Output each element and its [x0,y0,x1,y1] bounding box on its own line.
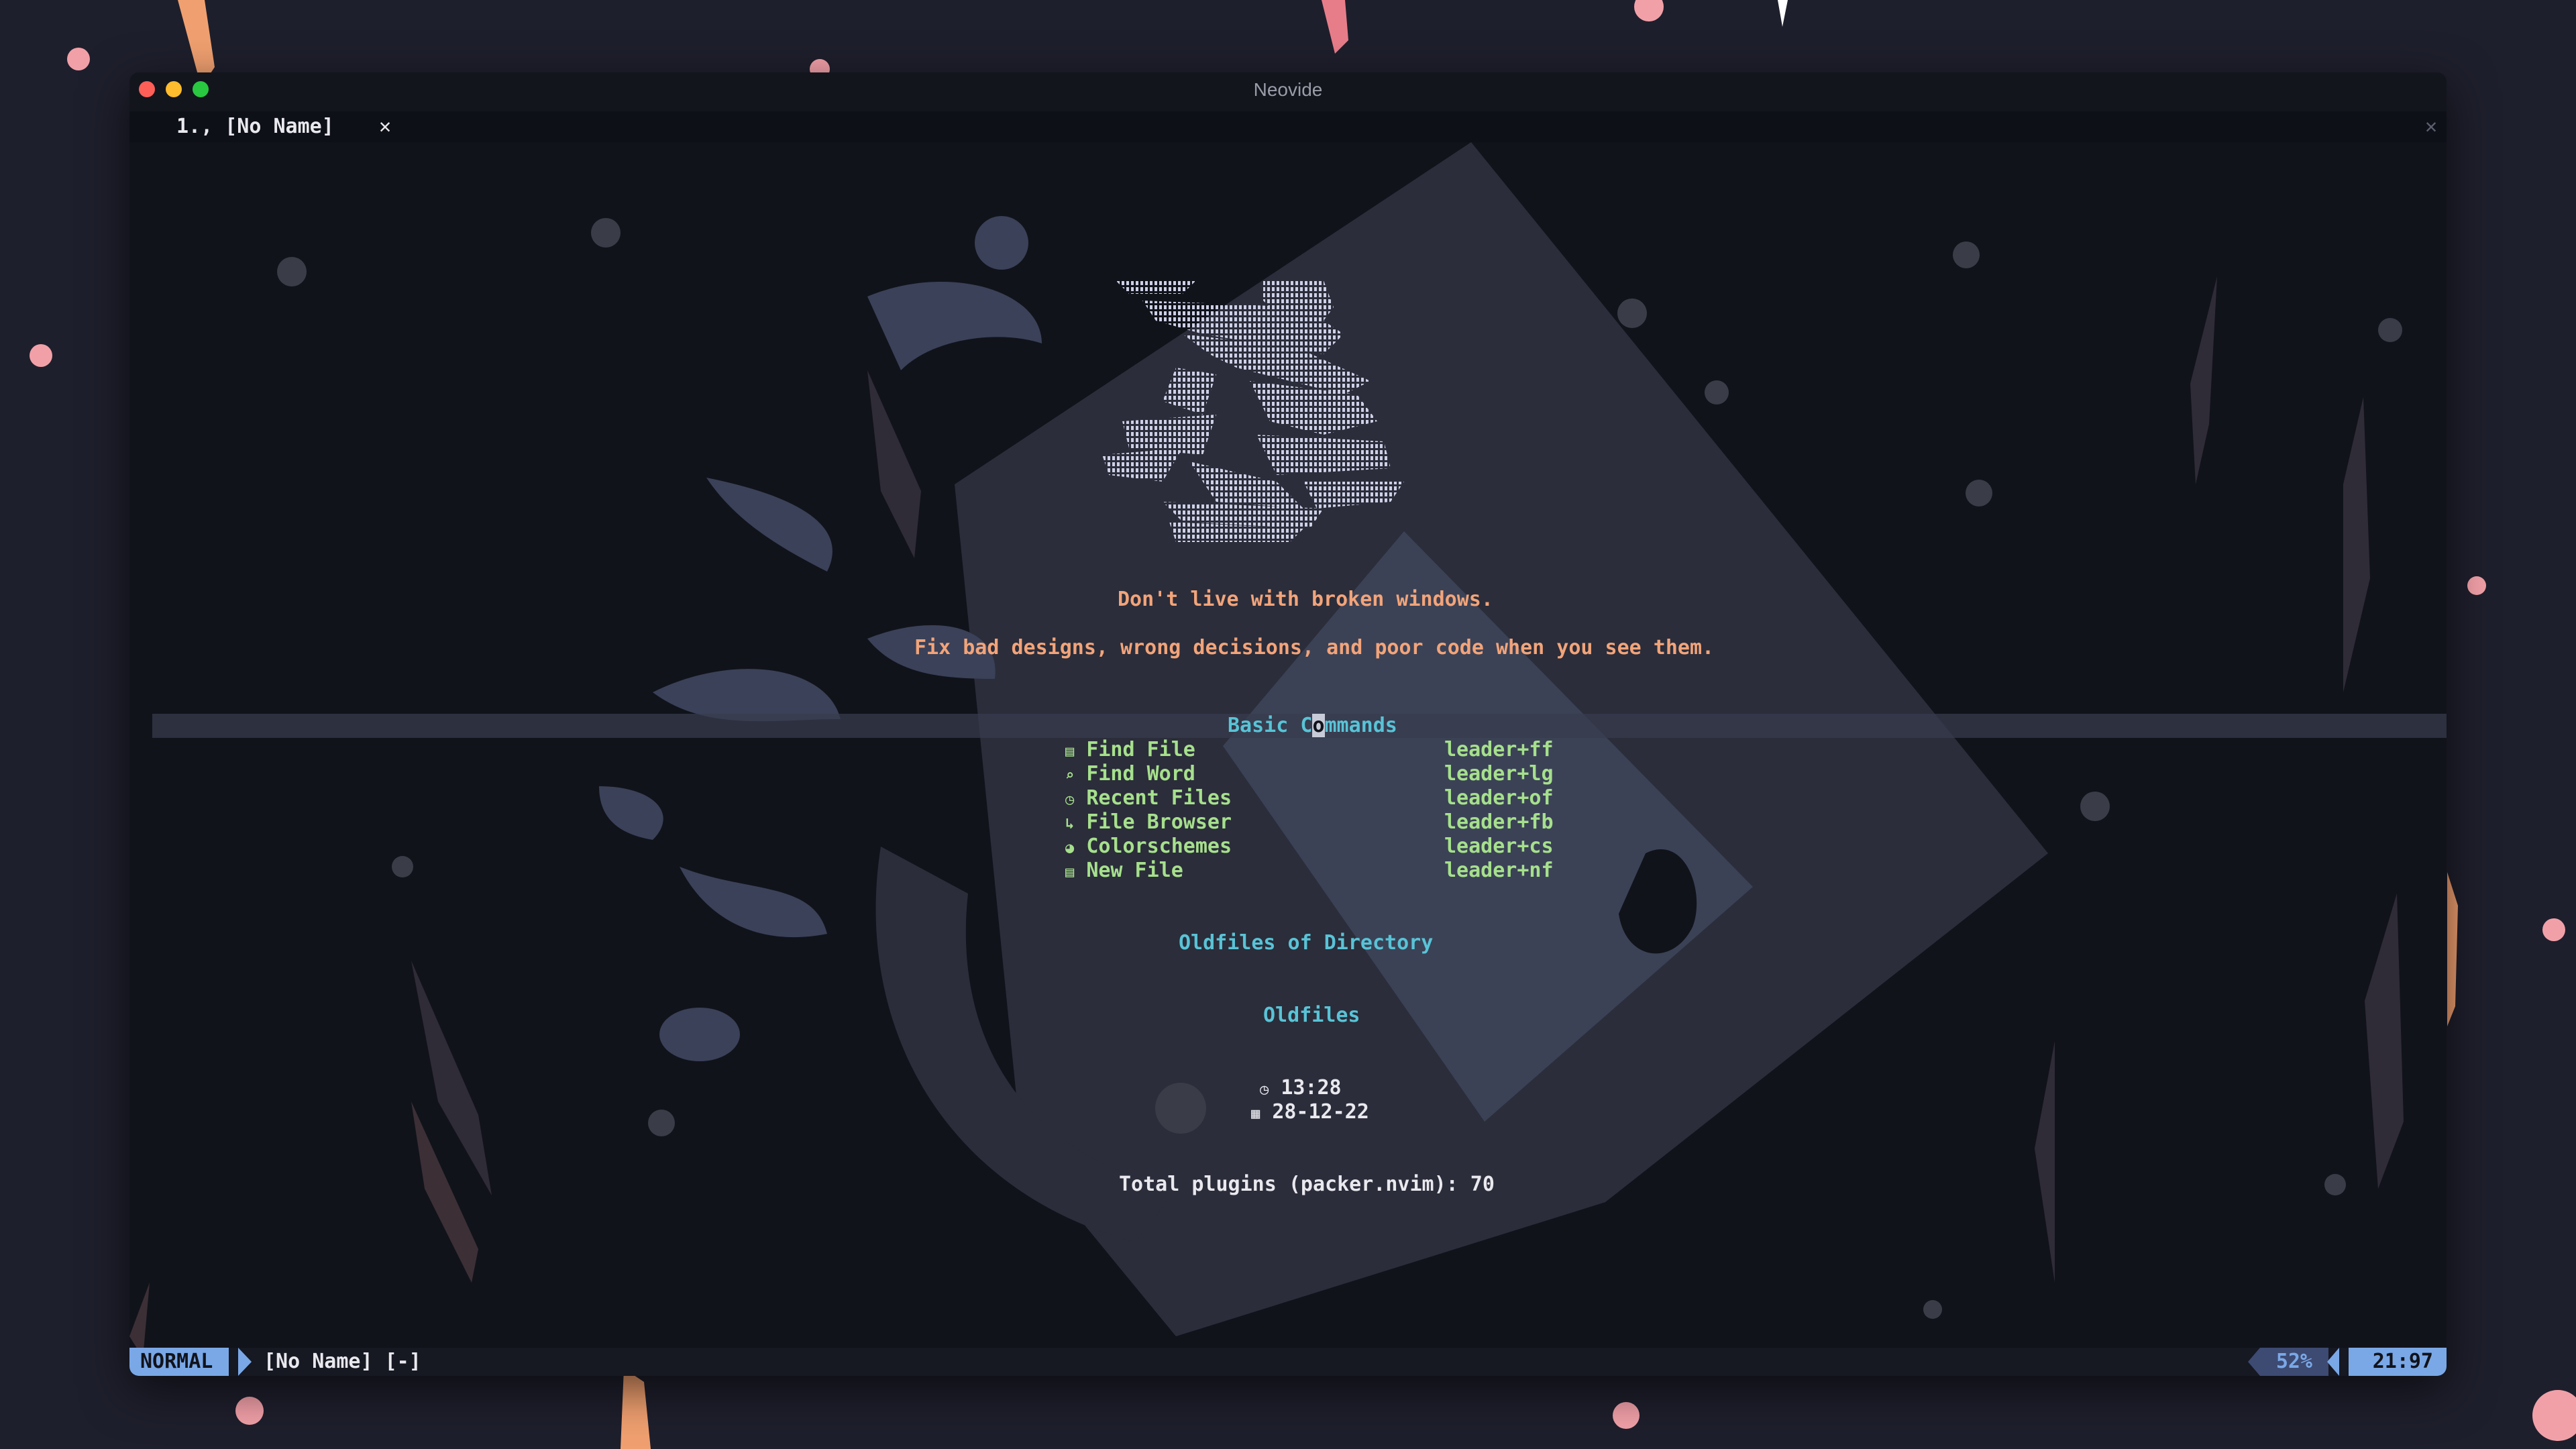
ascii-art-banner [1102,280,1404,542]
section-basic-commands-text-rest: mmands [1324,714,1397,737]
command-find-file[interactable]: ▤ Find File [1065,738,1195,764]
tab-close-icon[interactable]: ✕ [379,114,391,140]
command-label: Colorschemes [1086,835,1232,858]
quote-line-1: Don't live with broken windows. [1118,588,1493,611]
window-title: Neovide [1253,79,1323,100]
section-basic-commands-text: Basic C [1228,714,1313,737]
command-colorschemes[interactable]: ◕ Colorschemes [1065,835,1232,861]
calendar-date: ▦ 28-12-22 [1251,1100,1369,1126]
plugin-count-footer: Total plugins (packer.nvim): 70 [1119,1173,1495,1196]
close-window-button[interactable] [139,81,155,97]
command-label: Recent Files [1086,786,1232,810]
command-shortcut: leader+cs [1444,835,1554,858]
time-value: 13:28 [1281,1076,1342,1099]
clock-icon: ◷ [1260,1081,1269,1098]
section-basic-commands[interactable]: Basic Commands [1228,714,1397,738]
clock-time: ◷ 13:28 [1260,1076,1342,1102]
command-shortcut: leader+lg [1444,762,1554,786]
new-file-icon: ▤ [1065,864,1075,881]
command-recent-files[interactable]: ◷ Recent Files [1065,786,1232,812]
text-cursor: o [1312,714,1325,737]
minimize-window-button[interactable] [166,81,182,97]
command-find-word[interactable]: ⌕ Find Word [1065,762,1195,788]
quote-line-2: Fix bad designs, wrong decisions, and po… [914,636,1715,659]
command-label: File Browser [1086,810,1232,834]
tabline-close-icon[interactable]: ✕ [2425,114,2437,140]
command-shortcut: leader+ff [1444,738,1554,761]
zoom-window-button[interactable] [193,81,209,97]
section-oldfiles-of-directory[interactable]: Oldfiles of Directory [1179,931,1433,955]
command-shortcut: leader+of [1444,786,1554,810]
position-separator [2327,1348,2339,1376]
percent-separator [2248,1348,2260,1376]
command-new-file[interactable]: ▤ New File [1065,859,1183,885]
section-oldfiles[interactable]: Oldfiles [1263,1004,1360,1028]
mode-separator [238,1348,252,1376]
statusline: NORMAL [No Name] [-] 52% 21:97 [129,1348,2447,1376]
tab-no-name[interactable]: 1., [No Name] [176,114,334,140]
command-label: Find Word [1086,762,1195,786]
command-label: Find File [1086,738,1195,761]
folder-tree-icon: ↳ [1065,816,1075,833]
command-file-browser[interactable]: ↳ File Browser [1065,810,1232,837]
history-icon: ◷ [1065,792,1075,808]
neovide-window: Neovide 1., [No Name] ✕ ✕ Don't live wit… [129,72,2447,1376]
file-icon: ▤ [1065,743,1075,760]
command-shortcut: leader+nf [1444,859,1554,882]
cursor-position: 21:97 [2348,1348,2447,1376]
mode-indicator: NORMAL [129,1348,229,1376]
command-label: New File [1086,859,1183,882]
command-shortcut: leader+fb [1444,810,1554,834]
date-value: 28-12-22 [1272,1100,1369,1124]
calendar-icon: ▦ [1251,1106,1260,1122]
editor-canvas[interactable]: Don't live with broken windows. Fix bad … [129,142,2447,1358]
statusline-filename: [No Name] [-] [264,1350,421,1373]
scroll-percent: 52% [2259,1348,2328,1376]
window-titlebar: Neovide [129,72,2447,111]
palette-icon: ◕ [1065,840,1075,857]
search-icon: ⌕ [1065,767,1075,784]
tabline: 1., [No Name] ✕ ✕ [129,111,2447,142]
